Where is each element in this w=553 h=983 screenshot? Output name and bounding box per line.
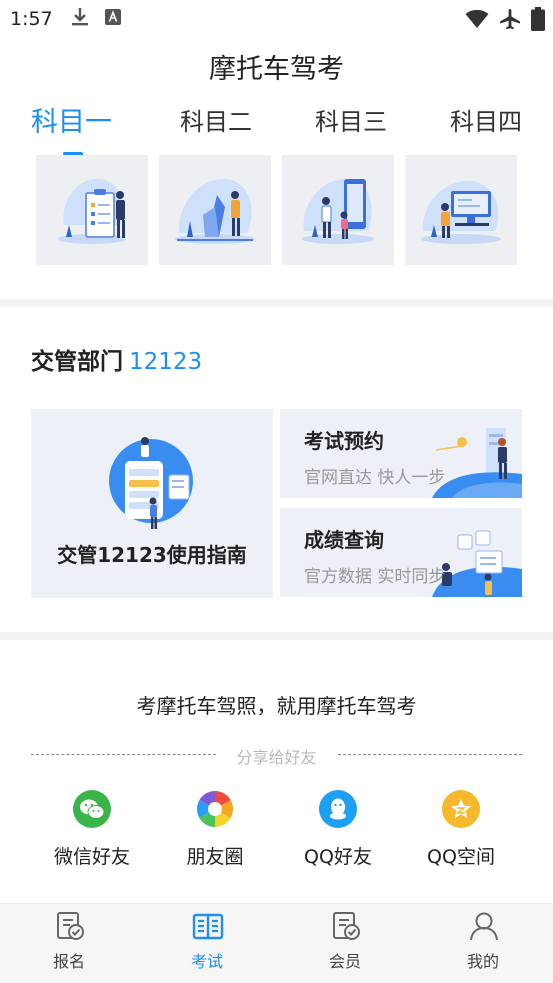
subject-four-card[interactable]: [405, 155, 517, 265]
bottom-nav: 报名 考试 会员 我的: [0, 903, 553, 983]
score-query-subtitle: 官方数据 实时同步: [304, 567, 446, 587]
department-title: 交管部门 12123: [31, 342, 202, 376]
guide-illustration: [109, 437, 193, 529]
nav-item-member[interactable]: 会员: [295, 904, 395, 983]
exam-booking-title: 考试预约: [304, 429, 384, 453]
status-bar: 1:57: [0, 0, 553, 38]
nav-label-profile: 我的: [466, 952, 499, 971]
nav-label-signup: 报名: [52, 952, 85, 971]
nav-item-exam[interactable]: 考试: [157, 904, 257, 983]
qq-icon: [319, 790, 357, 828]
score-illustration: [432, 530, 522, 597]
checklist-illustration: [58, 178, 126, 244]
score-query-title: 成绩查询: [304, 528, 384, 552]
profile-icon: [470, 912, 498, 941]
share-wechat[interactable]: 微信好友: [42, 790, 142, 869]
member-icon: [333, 912, 360, 940]
status-time: 1:57: [10, 8, 53, 30]
phone-illustration: [302, 178, 374, 244]
subject-cards: [0, 155, 553, 267]
department-label: 交管部门: [31, 349, 123, 375]
subject-tabs: 科目一 科目二 科目三 科目四: [0, 102, 553, 158]
nav-label-member: 会员: [328, 952, 361, 971]
download-icon: [71, 7, 89, 31]
road-illustration: [175, 178, 255, 244]
share-qq-label: QQ好友: [304, 846, 372, 868]
battery-icon: [531, 7, 545, 35]
nav-item-signup[interactable]: 报名: [19, 904, 119, 983]
exam-book-icon: [192, 913, 224, 940]
subject-one-card[interactable]: [36, 155, 148, 265]
computer-illustration: [421, 180, 501, 244]
tab-subject-four[interactable]: 科目四: [450, 102, 522, 137]
share-divider: 分享给好友: [0, 744, 553, 768]
tab-subject-one[interactable]: 科目一: [31, 100, 112, 139]
promo-slogan: 考摩托车驾照，就用摩托车驾考: [136, 694, 417, 718]
share-moments[interactable]: 朋友圈: [165, 790, 265, 869]
wechat-icon: [73, 790, 111, 828]
qzone-icon: [442, 790, 480, 828]
exam-booking-card[interactable]: 考试预约 官网直达 快人一步: [280, 409, 522, 498]
score-query-card[interactable]: 成绩查询 官方数据 实时同步: [280, 508, 522, 597]
page-title: 摩托车驾考: [209, 54, 344, 85]
subject-two-card[interactable]: [159, 155, 271, 265]
airplane-icon: [499, 8, 521, 34]
keyboard-a-icon: [104, 9, 121, 29]
tab-subject-three[interactable]: 科目三: [315, 102, 387, 137]
moments-icon: [196, 790, 234, 828]
share-label: 分享给好友: [236, 748, 317, 767]
tab-subject-two[interactable]: 科目二: [180, 102, 252, 137]
section-divider: [0, 299, 553, 307]
exam-booking-subtitle: 官网直达 快人一步: [304, 468, 446, 488]
share-wechat-label: 微信好友: [53, 846, 130, 868]
section-divider: [0, 632, 553, 640]
guide-card[interactable]: 交管12123使用指南: [31, 409, 273, 598]
subject-three-card[interactable]: [282, 155, 394, 265]
wifi-icon: [465, 9, 489, 33]
nav-item-profile[interactable]: 我的: [433, 904, 533, 983]
signup-icon: [57, 912, 84, 940]
share-moments-label: 朋友圈: [186, 846, 244, 868]
nav-label-exam: 考试: [190, 952, 223, 971]
share-qzone-label: QQ空间: [427, 846, 495, 868]
dashed-line-right: [338, 754, 522, 755]
department-number: 12123: [129, 349, 203, 375]
share-qzone[interactable]: QQ空间: [411, 790, 511, 869]
share-qq[interactable]: QQ好友: [288, 790, 388, 869]
booking-illustration: [432, 428, 522, 498]
guide-label: 交管12123使用指南: [57, 543, 247, 567]
